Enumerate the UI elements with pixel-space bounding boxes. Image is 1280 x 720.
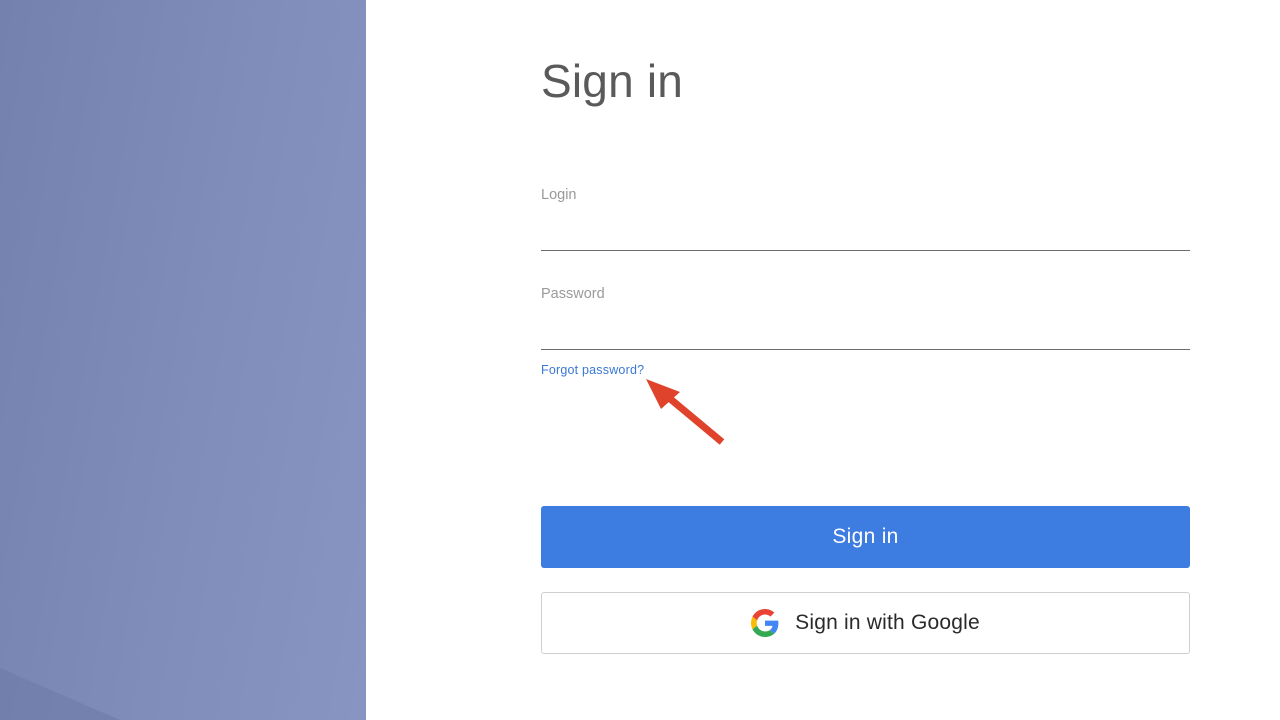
annotation-arrow-icon	[646, 379, 725, 445]
login-label: Login	[541, 187, 577, 203]
password-field: Password	[541, 286, 1190, 352]
login-field: Login	[541, 187, 1190, 253]
side-panel-shade	[0, 668, 120, 720]
google-sign-in-label: Sign in with Google	[795, 611, 980, 634]
side-panel	[0, 0, 366, 720]
login-input[interactable]	[541, 213, 1190, 251]
password-input[interactable]	[541, 312, 1190, 350]
sign-in-form: Sign in Login Password Forgot password? …	[541, 0, 1190, 720]
sign-in-button[interactable]: Sign in	[541, 506, 1190, 568]
google-g-icon	[751, 609, 779, 637]
google-sign-in-button[interactable]: Sign in with Google	[541, 592, 1190, 654]
sign-in-page: Sign in Login Password Forgot password? …	[0, 0, 1280, 720]
password-label: Password	[541, 286, 605, 302]
forgot-password-link[interactable]: Forgot password?	[541, 363, 644, 377]
page-title: Sign in	[541, 55, 684, 107]
